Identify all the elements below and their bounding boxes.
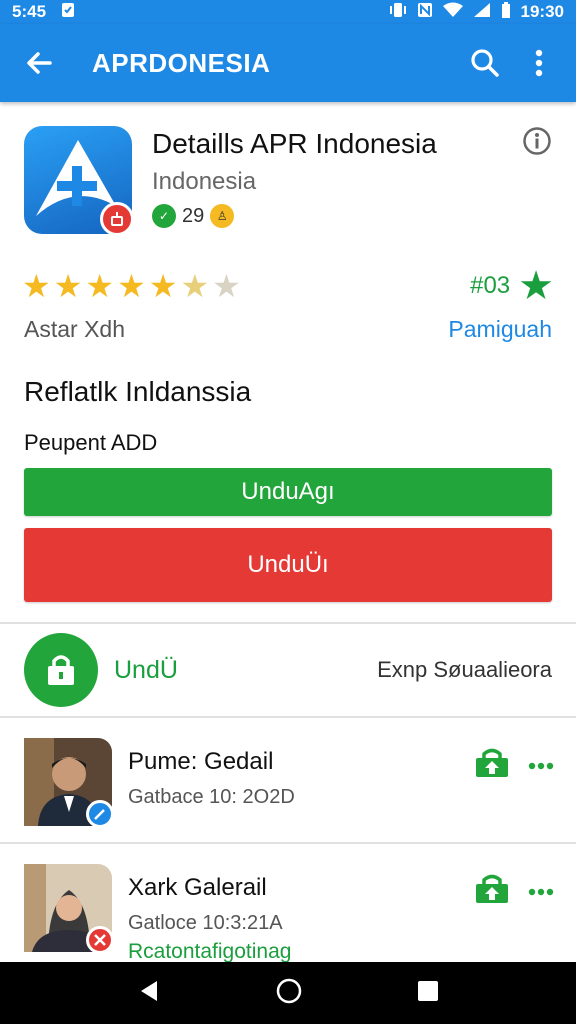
download-row[interactable]: UndÜ Exnp Søuaalieora (0, 624, 576, 716)
rating-star-icon: ★ (148, 268, 178, 304)
app-subtitle: Indonesia (152, 168, 257, 195)
install-icon[interactable] (474, 874, 510, 909)
verified-icon (86, 800, 114, 828)
badge-icon (100, 202, 134, 236)
lock-bag-icon (48, 655, 74, 685)
nav-back-button[interactable] (137, 979, 161, 1008)
signal-icon (473, 2, 491, 23)
section-label: Peupent ADD (24, 430, 158, 455)
rating-star-icon: ★ (22, 268, 51, 304)
list-item[interactable]: Pume: Gedail Gatbace 10: 2O2D (0, 718, 576, 842)
status-clock: 19:30 (520, 2, 564, 21)
app-bar: APRDONESIA (0, 24, 576, 102)
rating-star-icon: ★ (117, 268, 146, 304)
section-title: Reflatlk Inldanssia (24, 376, 252, 407)
install-icon[interactable] (474, 748, 510, 783)
status-time: 5:45 (12, 2, 47, 21)
app-title: Detaills APR Indonesia (152, 128, 437, 159)
rating-caption: Astar Xdh (24, 316, 125, 342)
rating-star-icon: ★ (212, 268, 241, 304)
info-icon (523, 127, 551, 155)
rating-count: #03 (470, 272, 511, 299)
more-horiz-icon[interactable] (528, 757, 554, 775)
more-vert-icon (535, 49, 543, 77)
battery-icon (501, 1, 511, 23)
rating-star-icon: ★ (85, 268, 115, 304)
app-bar-title: APRDONESIA (92, 47, 271, 78)
rating-caption-row: Astar Xdh Pamigu͏ah (24, 316, 552, 343)
check-badge-icon: ✓ (152, 204, 176, 228)
list-item-subtitle: Gatbace 10: 2O2D (128, 786, 295, 808)
arrow-left-icon (27, 52, 52, 74)
rating-stars: ★ ★ ★ ★ ★ ★ ★ (22, 270, 241, 302)
list-item-title: Xark Galerail (128, 874, 267, 901)
search-icon (471, 49, 499, 77)
app-meta: ✓ 29 ♙ (152, 204, 235, 228)
rating-link[interactable]: Pamigu͏ah (448, 316, 552, 343)
back-button[interactable] (0, 24, 78, 102)
star-icon: ★ (518, 264, 554, 308)
nav-home-button[interactable] (275, 977, 303, 1010)
rating-star-icon: ★ (180, 268, 210, 304)
meta-value: 29 (182, 204, 205, 227)
rating-summary: #03 ★ (470, 266, 554, 306)
status-bar: 5:45 19:30 (0, 0, 576, 24)
primary-download-button[interactable]: UnduAgı (24, 468, 552, 516)
more-horiz-icon[interactable] (528, 883, 554, 901)
secondary-download-button[interactable]: UnduÜı (24, 528, 552, 602)
vibrate-icon (389, 2, 407, 23)
nfc-icon (417, 2, 433, 23)
list-item[interactable]: Xark Galerail Gatloce 10:3:21A Rcatontaf… (0, 844, 576, 968)
rating-row: ★ ★ ★ ★ ★ ★ ★ #03 ★ (22, 266, 554, 306)
tools-icon (86, 926, 114, 954)
app-icon (24, 126, 134, 236)
wifi-icon (442, 2, 463, 23)
person-icon: ♙ (210, 204, 235, 228)
avatar (24, 738, 114, 828)
list-item-title: Pume: Gedail (128, 748, 274, 775)
avatar (24, 864, 114, 954)
nav-recents-button[interactable] (417, 980, 439, 1007)
overflow-menu-button[interactable] (516, 40, 562, 86)
search-button[interactable] (462, 40, 508, 86)
download-detail: Exnp Søuaalieora (377, 657, 552, 682)
app-header: Detaills APR Indonesia Indonesia ✓ 29 ♙ (24, 126, 554, 236)
download-label: UndÜ (114, 655, 178, 684)
list-item-status: Rcatontafigotinag (128, 940, 292, 963)
rating-star-icon: ★ (53, 268, 83, 304)
info-button[interactable] (522, 126, 554, 158)
download-circle[interactable] (24, 633, 98, 707)
list-item-subtitle: Gatloce 10:3:21A (128, 912, 283, 934)
notification-icon (60, 2, 76, 23)
system-nav-bar (0, 962, 576, 1024)
